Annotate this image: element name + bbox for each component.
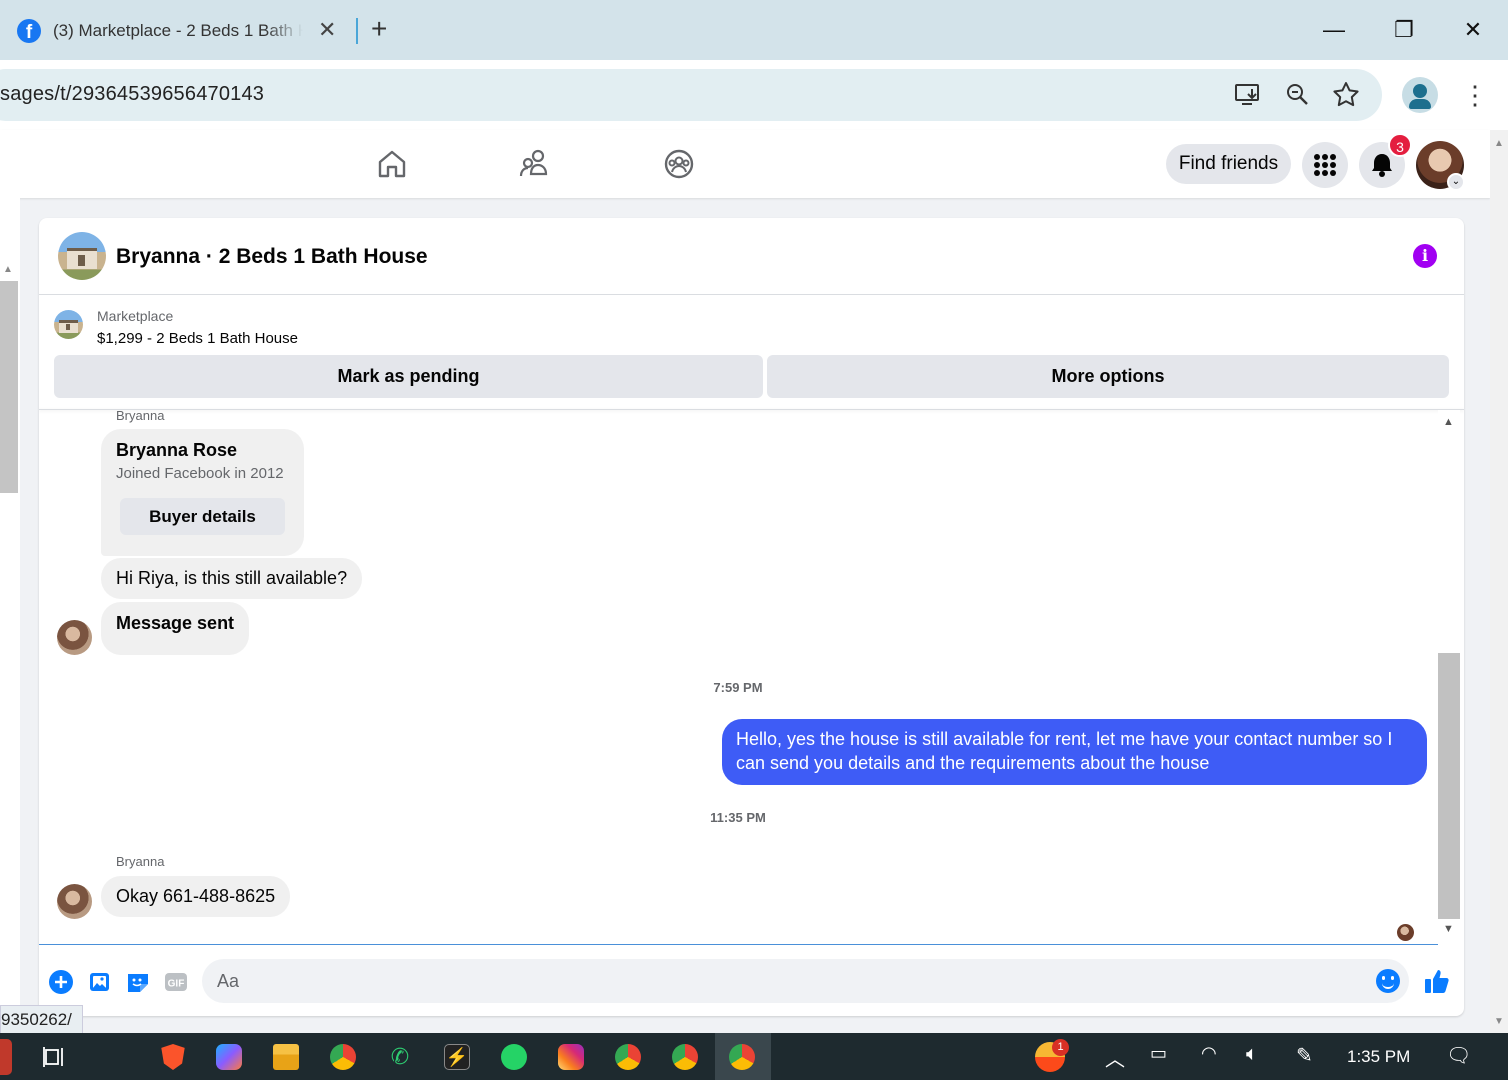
more-options-button[interactable]: More options: [767, 355, 1449, 398]
grid-icon: [1314, 154, 1336, 176]
brave-browser-icon[interactable]: [161, 1044, 185, 1070]
scroll-up-arrow-icon[interactable]: ▲: [1494, 138, 1504, 149]
chrome-profile-icon[interactable]: [729, 1044, 755, 1070]
sender-avatar[interactable]: [57, 620, 92, 655]
volume-icon[interactable]: 🔈︎: [1246, 1043, 1258, 1066]
chat-window: Bryanna · 2 Beds 1 Bath House i Marketpl…: [39, 218, 1464, 1016]
url-text: sages/t/29364539656470143: [0, 83, 265, 105]
new-tab-button[interactable]: +: [371, 12, 387, 46]
gif-icon[interactable]: GIF: [163, 969, 189, 995]
chevron-up-icon[interactable]: ︿: [1105, 1043, 1125, 1072]
sender-name: Bryanna: [116, 854, 165, 869]
marketplace-label: Marketplace: [97, 308, 174, 324]
battery-icon[interactable]: ▭: [1150, 1043, 1167, 1064]
buyer-profile-card: Bryanna Rose Joined Facebook in 2012 Buy…: [101, 429, 304, 556]
task-view-icon[interactable]: [42, 1044, 68, 1070]
listing-thumbnail: [54, 310, 83, 339]
browser-toolbar: sages/t/29364539656470143 ⋮: [0, 60, 1508, 130]
chat-header: Bryanna · 2 Beds 1 Bath House i: [39, 218, 1464, 295]
listing-avatar[interactable]: [58, 232, 106, 280]
copilot-icon[interactable]: [216, 1044, 242, 1070]
friends-icon[interactable]: [517, 146, 553, 182]
scroll-down-arrow-icon[interactable]: ▼: [1443, 923, 1454, 935]
photo-icon[interactable]: [87, 969, 113, 995]
incoming-message[interactable]: Hi Riya, is this still available?: [101, 558, 363, 599]
outgoing-message[interactable]: Hello, yes the house is still available …: [722, 719, 1427, 785]
windows-taskbar: ✆ ⚡ 1 ︿ ▭ ◠ 🔈︎ ✎ 1:35 PM 🗨︎: [0, 1033, 1508, 1080]
incoming-message[interactable]: Okay 661-488-8625: [101, 876, 291, 917]
groups-icon[interactable]: [661, 146, 697, 182]
restore-button[interactable]: ❐: [1384, 10, 1424, 50]
scrollbar-thumb[interactable]: [0, 281, 18, 493]
facebook-favicon-icon: f: [17, 19, 41, 43]
notification-count-badge: 3: [1388, 133, 1412, 157]
page-scrollbar[interactable]: ▲ ▼: [1490, 130, 1508, 1033]
clock-time[interactable]: 1:35 PM: [1347, 1047, 1410, 1067]
find-friends-button[interactable]: Find friends: [1166, 144, 1291, 184]
install-app-icon[interactable]: [1232, 79, 1264, 111]
mark-as-pending-button[interactable]: Mark as pending: [54, 355, 763, 398]
tab-title: (3) Marketplace - 2 Beds 1 Bath House: [53, 21, 303, 40]
bookmark-star-icon[interactable]: [1330, 79, 1362, 111]
message-timestamp: 11:35 PM: [710, 810, 766, 825]
file-explorer-icon[interactable]: [273, 1044, 299, 1070]
scroll-up-arrow-icon[interactable]: ▲: [3, 264, 13, 275]
notification-center-icon[interactable]: 🗨︎: [1446, 1043, 1471, 1068]
thread-scrollbar[interactable]: ▲ ▼: [1438, 410, 1460, 944]
chrome-icon[interactable]: [330, 1044, 356, 1070]
svg-text:GIF: GIF: [168, 979, 185, 990]
whatsapp-icon[interactable]: [501, 1044, 527, 1070]
pen-icon[interactable]: ✎: [1296, 1043, 1313, 1068]
buyer-details-button[interactable]: Buyer details: [120, 498, 285, 535]
scroll-up-arrow-icon[interactable]: ▲: [1443, 416, 1454, 428]
browser-profile-icon[interactable]: [1402, 77, 1438, 113]
wifi-icon[interactable]: ◠: [1201, 1043, 1217, 1064]
zoom-icon[interactable]: [1282, 79, 1314, 111]
tab-separator: [356, 18, 358, 44]
composer-divider: [39, 944, 1438, 945]
browser-tabstrip: f (3) Marketplace - 2 Beds 1 Bath House …: [0, 0, 1508, 60]
left-panel-scrollbar: ▲: [0, 198, 20, 1033]
read-receipt-avatar: [1397, 924, 1414, 941]
app-icon[interactable]: [0, 1039, 12, 1075]
close-window-button[interactable]: ✕: [1453, 10, 1493, 50]
buyer-joined: Joined Facebook in 2012: [116, 465, 284, 482]
app-icon[interactable]: ⚡: [444, 1044, 470, 1070]
chevron-down-icon[interactable]: ⌄: [1447, 173, 1465, 191]
chrome-profile-icon[interactable]: [672, 1044, 698, 1070]
browser-tab[interactable]: f (3) Marketplace - 2 Beds 1 Bath House …: [0, 8, 345, 60]
message-thread: Bryanna Bryanna Rose Joined Facebook in …: [39, 410, 1464, 944]
menu-grid-button[interactable]: [1302, 142, 1348, 188]
buyer-name: Bryanna Rose: [116, 440, 238, 460]
sticker-icon[interactable]: [125, 969, 151, 995]
sender-name: Bryanna: [116, 410, 165, 423]
sender-avatar[interactable]: [57, 884, 92, 919]
minimize-button[interactable]: —: [1314, 10, 1354, 50]
browser-menu-icon[interactable]: ⋮: [1462, 80, 1488, 110]
message-input[interactable]: [202, 959, 1409, 1003]
info-icon[interactable]: i: [1413, 244, 1437, 268]
instagram-icon[interactable]: [558, 1044, 584, 1070]
message-timestamp: 7:59 PM: [713, 680, 763, 695]
incoming-message[interactable]: Message sent: [101, 602, 250, 655]
weather-badge: 1: [1052, 1039, 1069, 1056]
bell-icon: [1372, 154, 1392, 177]
facebook-top-nav: Find friends 3 ⌄: [0, 130, 1490, 198]
phone-link-icon[interactable]: ✆: [387, 1044, 413, 1070]
address-bar[interactable]: sages/t/29364539656470143: [0, 69, 1382, 121]
home-icon[interactable]: [374, 146, 410, 182]
listing-title[interactable]: $1,299 - 2 Beds 1 Bath House: [97, 330, 298, 347]
chrome-icon[interactable]: [615, 1044, 641, 1070]
emoji-icon[interactable]: [1376, 969, 1400, 993]
add-plus-icon[interactable]: [48, 969, 74, 995]
like-thumbs-up-icon[interactable]: [1423, 967, 1451, 995]
scroll-down-arrow-icon[interactable]: ▼: [1494, 1016, 1504, 1027]
status-bar-url: 9350262/: [0, 1005, 83, 1035]
chat-title[interactable]: Bryanna · 2 Beds 1 Bath House: [116, 245, 428, 269]
scrollbar-thumb[interactable]: [1438, 653, 1460, 919]
tab-close-icon[interactable]: ✕: [318, 17, 336, 43]
